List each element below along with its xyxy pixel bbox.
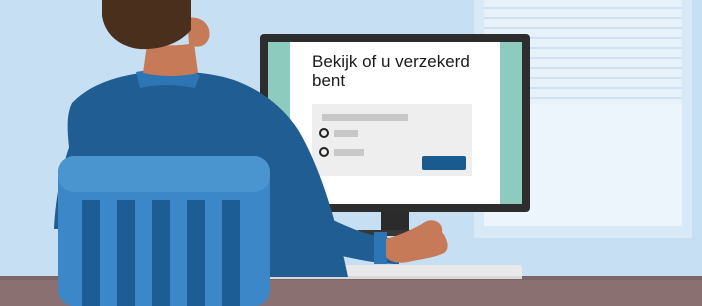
insurance-check-illustration: Bekijk of u verzekerd bent bbox=[0, 0, 702, 306]
radio-label-placeholder-1 bbox=[334, 130, 358, 137]
form-submit-button bbox=[422, 156, 466, 170]
screen-right-accent bbox=[500, 42, 522, 204]
illustration-svg bbox=[0, 0, 702, 306]
radio-label-placeholder-2 bbox=[334, 149, 364, 156]
chair-slat-4 bbox=[187, 200, 205, 306]
chair-top-rail bbox=[58, 156, 270, 192]
form-heading-placeholder bbox=[322, 114, 408, 121]
chair-slat-3 bbox=[152, 200, 170, 306]
chair-slat-1 bbox=[82, 200, 100, 306]
sleeve-cuff bbox=[374, 232, 387, 264]
chair-slat-2 bbox=[117, 200, 135, 306]
screen-title: Bekijk of u verzekerd bent bbox=[312, 52, 470, 90]
chair-slat-5 bbox=[222, 200, 240, 306]
